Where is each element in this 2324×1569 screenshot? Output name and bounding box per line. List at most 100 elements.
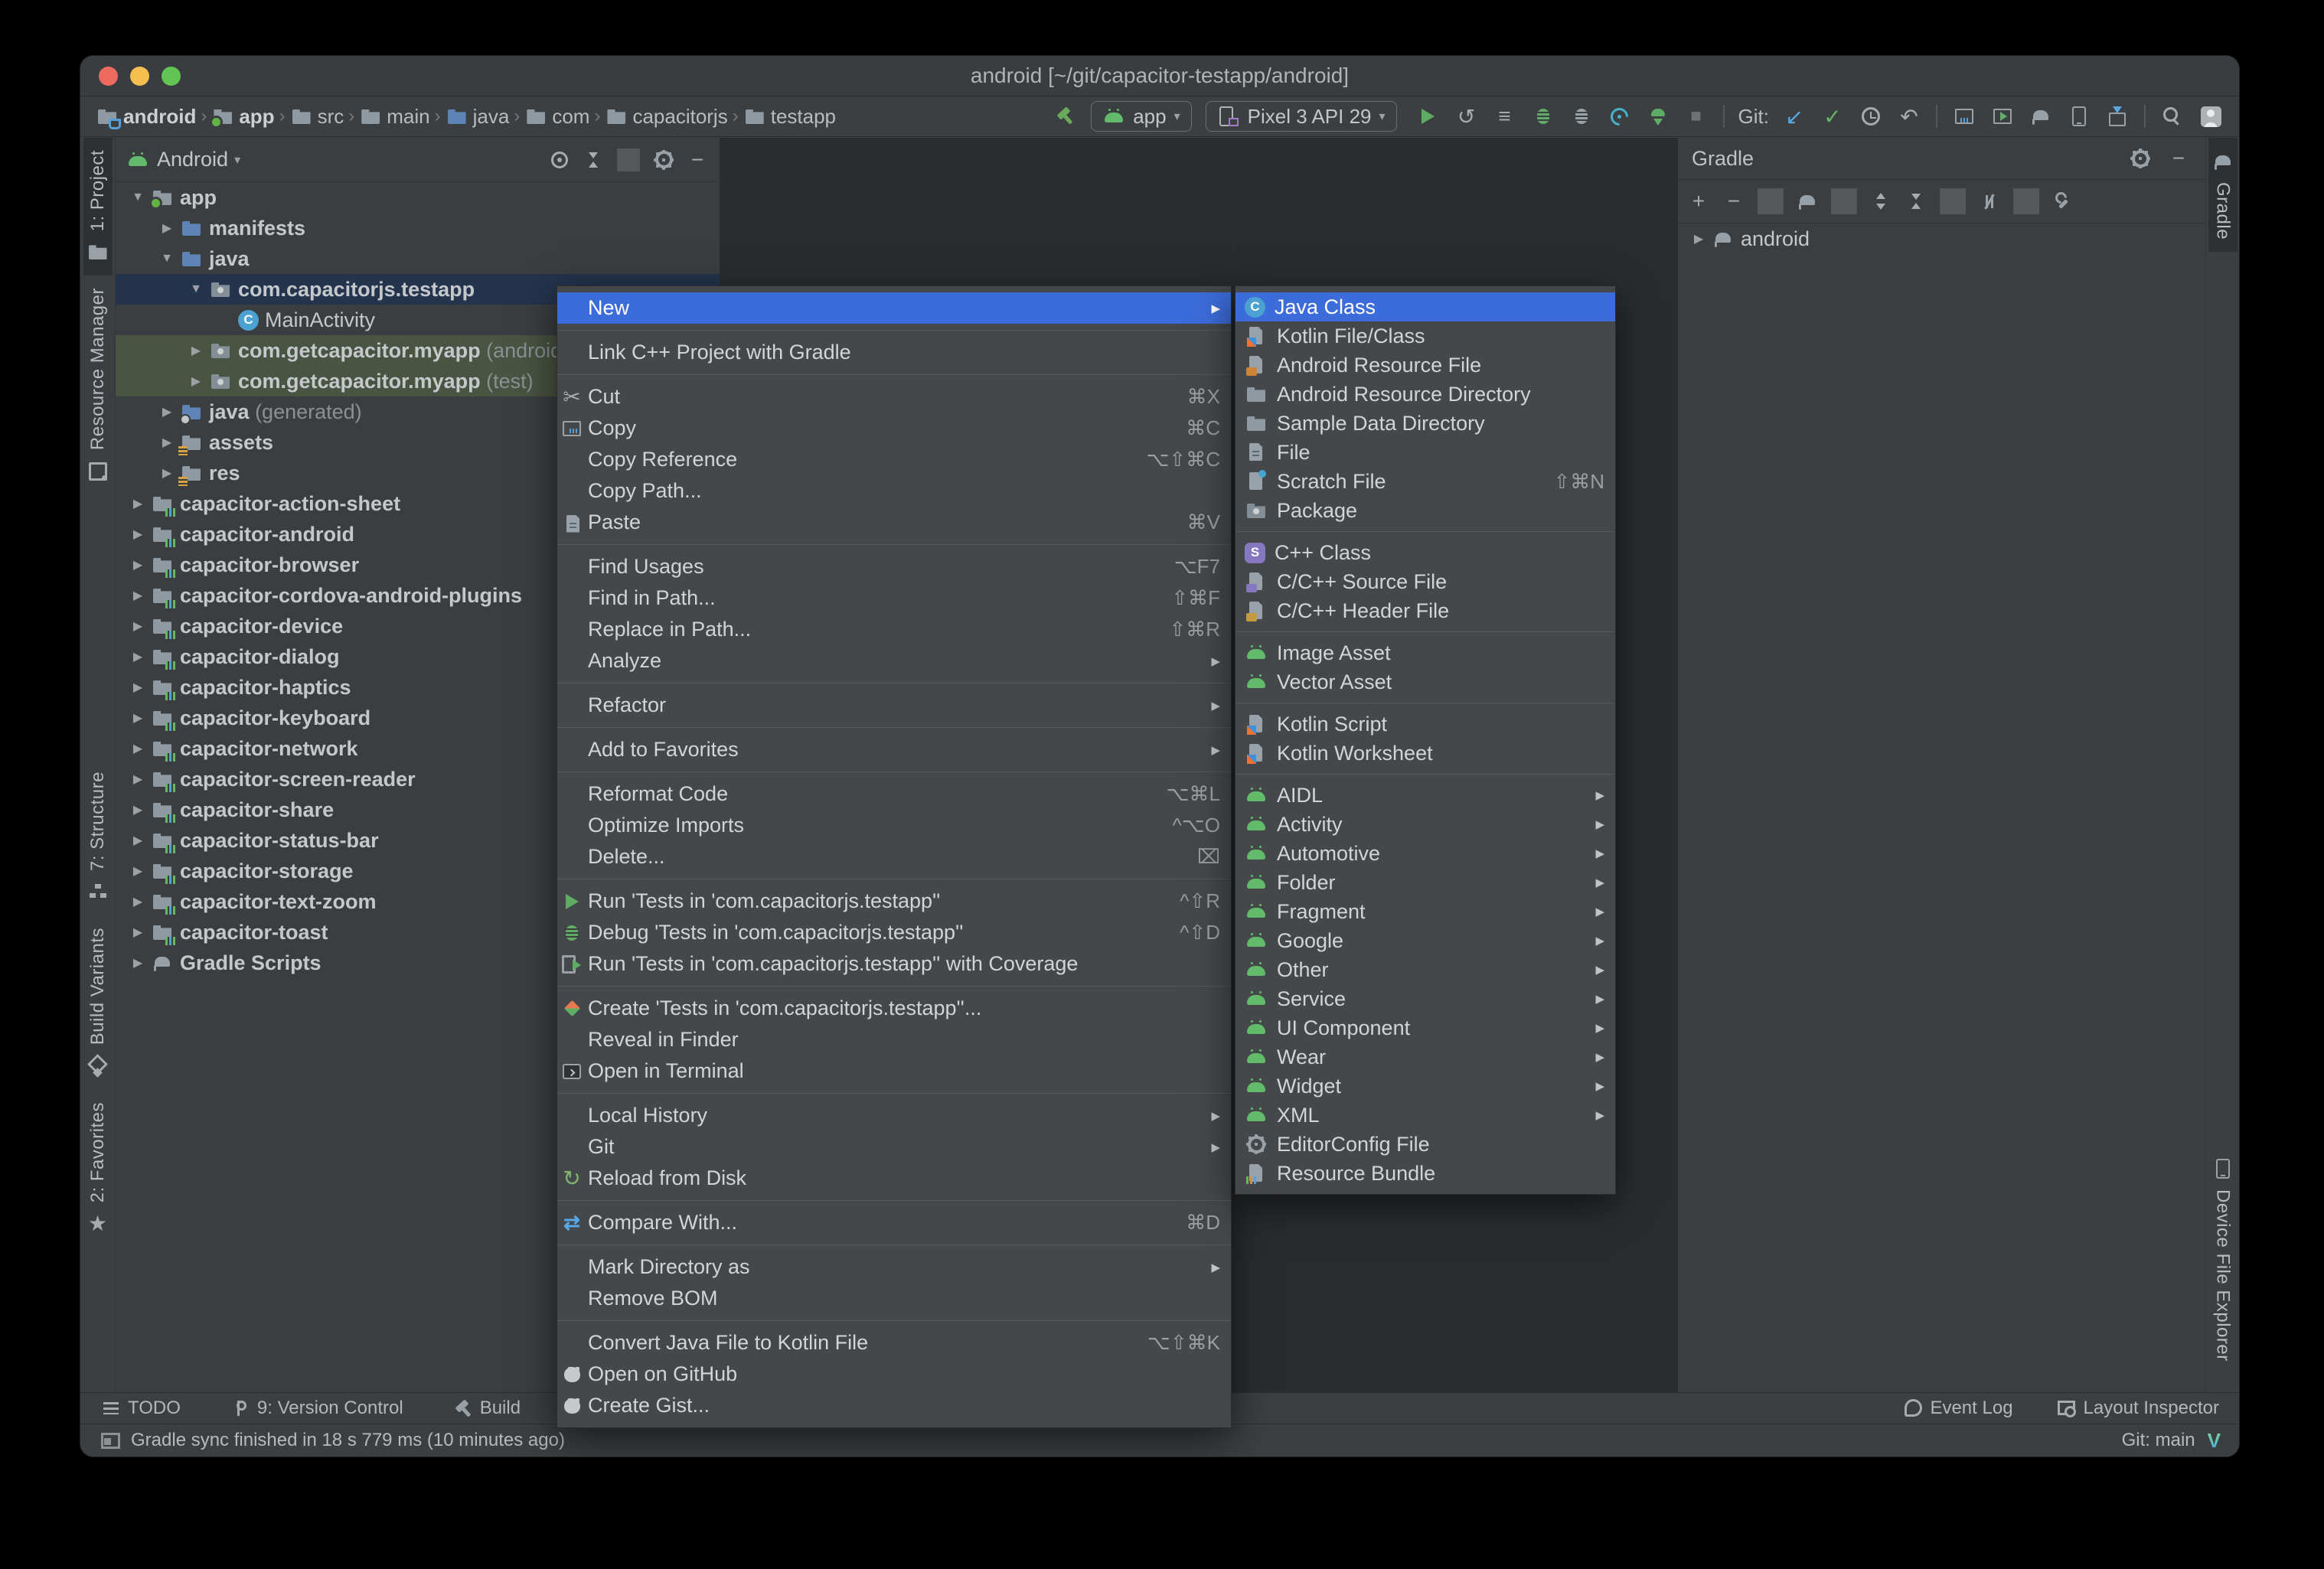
breadcrumb-item[interactable]: › [731, 106, 740, 127]
panel-header-button[interactable] [617, 148, 640, 171]
search-everywhere-button[interactable] [2159, 101, 2185, 132]
refresh-gradle-button[interactable] [1794, 188, 1820, 214]
gradle-sync-button[interactable] [2028, 101, 2054, 132]
twisty-icon[interactable]: ▶ [125, 557, 151, 572]
rerun-button[interactable]: ↺ [1454, 101, 1480, 132]
twisty-icon[interactable]: ▶ [125, 588, 151, 603]
menu-item[interactable]: Refactor ▶ [557, 690, 1231, 728]
menu-item[interactable]: Remove BOM [557, 1283, 1231, 1321]
submenu-item[interactable]: Kotlin File/Class [1235, 321, 1615, 351]
tool-tab-build-variants[interactable]: Build Variants [83, 915, 113, 1089]
menu-item[interactable]: Debug 'Tests in 'com.capacitorjs.testapp… [557, 917, 1231, 948]
gradle-tree-android[interactable]: ▶ android [1678, 223, 2205, 254]
submenu-item[interactable]: Resource Bundle [1235, 1159, 1615, 1188]
submenu-item[interactable]: Other ▶ [1235, 955, 1615, 984]
offline-mode-button[interactable] [1976, 188, 2002, 214]
submenu-item[interactable]: Android Resource File [1235, 351, 1615, 380]
add-gradle-project-button[interactable]: + [1686, 188, 1712, 214]
menu-item[interactable]: Delete... ⌧ [557, 841, 1231, 879]
menu-item[interactable]: Open on GitHub [557, 1359, 1231, 1390]
profiler-button[interactable] [1607, 101, 1633, 132]
twisty-icon[interactable]: ▶ [125, 527, 151, 542]
twisty-icon[interactable]: ▼ [125, 191, 151, 204]
todo-button[interactable]: TODO [100, 1398, 181, 1419]
twisty-icon[interactable]: ▶ [125, 863, 151, 879]
submenu-item[interactable]: Kotlin Worksheet [1235, 739, 1615, 775]
menu-item[interactable]: Convert Java File to Kotlin File ⌥⇧⌘K [557, 1327, 1231, 1359]
apply-changes-button[interactable] [1645, 101, 1671, 132]
version-control-button[interactable]: 9: Version Control [230, 1398, 403, 1419]
collapse-all-button[interactable] [582, 148, 605, 171]
twisty-icon[interactable]: ▶ [1686, 231, 1712, 246]
menu-item[interactable]: Replace in Path... ⇧⌘R [557, 614, 1231, 645]
tool-tab-resource-manager[interactable]: Resource Manager [83, 276, 113, 494]
gradle-toolbar-button[interactable] [1758, 188, 1784, 214]
menu-item[interactable]: Link C++ Project with Gradle [557, 337, 1231, 375]
menu-item[interactable]: Copy Path... [557, 475, 1231, 507]
twisty-icon[interactable]: ▶ [154, 465, 180, 481]
sdk-manager-button[interactable] [2104, 101, 2130, 132]
submenu-item[interactable]: Kotlin Script [1235, 709, 1615, 739]
run-config-select[interactable]: app ▾ [1091, 101, 1192, 132]
breadcrumb-item[interactable]: › [512, 106, 521, 127]
twisty-icon[interactable]: ▶ [125, 710, 151, 726]
submenu-item[interactable]: EditorConfig File [1235, 1130, 1615, 1159]
menu-item[interactable]: Copy Reference ⌥⇧⌘C [557, 444, 1231, 475]
tool-tab-gradle[interactable]: Gradle [2208, 138, 2238, 253]
build-button[interactable]: Build [452, 1398, 521, 1419]
breadcrumb-app[interactable]: app [210, 105, 275, 129]
twisty-icon[interactable]: ▼ [154, 252, 180, 266]
breadcrumb-testapp[interactable]: testapp [743, 105, 836, 129]
build-hammer-icon[interactable] [1054, 105, 1077, 128]
submenu-item[interactable]: Android Resource Directory [1235, 380, 1615, 409]
breadcrumb-capacitorjs[interactable]: capacitorjs [605, 105, 727, 129]
run-configurations-button[interactable]: ≡ [1492, 101, 1518, 132]
toolbar-button[interactable] [1722, 105, 1725, 128]
breadcrumb-android[interactable]: android [96, 105, 196, 129]
remove-gradle-project-button[interactable]: − [1721, 188, 1747, 214]
submenu-item[interactable]: AIDL ▶ [1235, 781, 1615, 810]
tool-tab-device-file-explorer[interactable]: Device File Explorer [2208, 1145, 2238, 1374]
breadcrumb-java[interactable]: java [446, 105, 510, 129]
rollback-button[interactable]: ↶ [1896, 101, 1922, 132]
submenu-item[interactable]: Activity ▶ [1235, 810, 1615, 839]
locate-file-button[interactable] [548, 148, 571, 171]
breadcrumb-item[interactable]: › [433, 106, 442, 127]
submenu-item[interactable]: Vector Asset [1235, 667, 1615, 703]
twisty-icon[interactable]: ▶ [125, 496, 151, 511]
hide-panel-button[interactable]: − [686, 148, 709, 171]
update-project-button[interactable]: ↙ [1781, 101, 1807, 132]
twisty-icon[interactable]: ▶ [125, 925, 151, 940]
submenu-item[interactable]: Wear ▶ [1235, 1042, 1615, 1072]
menu-item[interactable]: Copy ⌘C [557, 413, 1231, 444]
device-select[interactable]: Pixel 3 API 29 ▾ [1205, 101, 1397, 132]
menu-item[interactable]: Reformat Code ⌥⌘L [557, 778, 1231, 810]
git-label[interactable]: Git: [1738, 101, 1769, 132]
tool-tab-favorites[interactable]: 2: Favorites ★ [83, 1090, 113, 1247]
menu-item[interactable]: Find Usages ⌥F7 [557, 551, 1231, 582]
breadcrumb-item[interactable]: › [199, 106, 208, 127]
profile-avatar[interactable] [2198, 101, 2224, 132]
submenu-item[interactable]: Sample Data Directory [1235, 409, 1615, 438]
menu-item[interactable]: ↻ Reload from Disk [557, 1163, 1231, 1201]
twisty-icon[interactable]: ▶ [125, 802, 151, 817]
project-view-selector[interactable]: Android [157, 148, 228, 171]
menu-item[interactable]: Find in Path... ⇧⌘F [557, 582, 1231, 614]
submenu-item-java-class[interactable]: C Java Class [1235, 292, 1615, 321]
expand-all-button[interactable] [1868, 188, 1894, 214]
breadcrumb-src[interactable]: src [290, 105, 344, 129]
submenu-item[interactable]: C/C++ Header File [1235, 596, 1615, 632]
run-anything-button[interactable] [1989, 101, 2016, 132]
breadcrumb-item[interactable]: › [347, 106, 356, 127]
menu-item[interactable]: Git ▶ [557, 1131, 1231, 1163]
submenu-item[interactable]: XML ▶ [1235, 1101, 1615, 1130]
commit-button[interactable]: ✓ [1820, 101, 1846, 132]
menu-item[interactable]: Mark Directory as ▶ [557, 1251, 1231, 1283]
git-branch-widget[interactable]: Git: main [2122, 1430, 2195, 1451]
submenu-item[interactable]: UI Component ▶ [1235, 1013, 1615, 1042]
attach-debugger-button[interactable] [1568, 101, 1594, 132]
twisty-icon[interactable]: ▶ [125, 955, 151, 970]
submenu-item[interactable]: Folder ▶ [1235, 868, 1615, 897]
menu-item[interactable]: Optimize Imports ^⌥O [557, 810, 1231, 841]
twisty-icon[interactable]: ▶ [183, 343, 209, 358]
